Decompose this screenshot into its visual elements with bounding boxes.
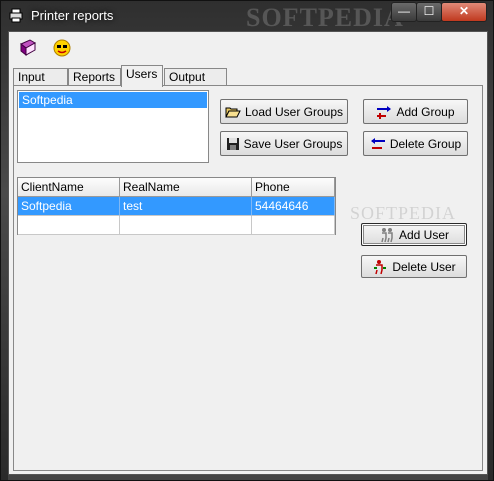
table-cell[interactable] xyxy=(252,216,335,235)
delete-group-button[interactable]: Delete Group xyxy=(363,131,468,156)
client-area: Input File Reports Users Output File Sof… xyxy=(8,31,488,475)
smiley-face-icon xyxy=(53,39,71,57)
watermark: SOFTPEDIA xyxy=(350,203,457,223)
tab-output-file[interactable]: Output File xyxy=(164,68,227,100)
window-title: Printer reports xyxy=(31,8,114,23)
window-bottom-border xyxy=(8,475,488,480)
add-group-icon xyxy=(377,105,392,119)
load-user-groups-button[interactable]: Load User Groups xyxy=(220,99,348,124)
table-cell[interactable]: test xyxy=(120,197,252,216)
button-label: Delete User xyxy=(392,259,456,274)
minimize-button[interactable]: — xyxy=(391,2,417,22)
button-label: Load User Groups xyxy=(244,104,344,119)
button-label: Add User xyxy=(398,227,450,242)
button-label: Delete Group xyxy=(389,136,462,151)
watermark: SOFTPEDIA xyxy=(246,3,404,32)
printer-icon xyxy=(9,8,23,23)
delete-user-icon xyxy=(374,259,387,274)
table-cell[interactable]: Softpedia xyxy=(18,197,120,216)
toolbar-book-button[interactable] xyxy=(15,36,41,60)
column-header-phone[interactable]: Phone xyxy=(252,178,335,197)
button-label: Add Group xyxy=(396,104,455,119)
column-header-realname[interactable]: RealName xyxy=(120,178,252,197)
add-user-icon xyxy=(381,227,393,242)
toolbar-face-button[interactable] xyxy=(49,36,75,60)
app-window: Printer reports SOFTPEDIA — ☐ ✕ Input Fi… xyxy=(0,0,494,481)
table-row-empty[interactable] xyxy=(18,216,335,235)
maximize-icon: ☐ xyxy=(423,4,435,18)
button-label: Save User Groups xyxy=(243,136,343,151)
tab-label: Users xyxy=(126,67,158,81)
table-row[interactable]: Softpedia test 54464646 xyxy=(18,197,335,216)
maximize-button[interactable]: ☐ xyxy=(416,2,442,22)
tab-label: Reports xyxy=(73,70,116,84)
list-item[interactable]: Softpedia xyxy=(19,92,207,108)
save-user-groups-button[interactable]: Save User Groups xyxy=(220,131,348,156)
delete-group-icon xyxy=(370,137,385,149)
tab-reports[interactable]: Reports xyxy=(68,68,121,86)
tab-input-file[interactable]: Input File xyxy=(13,68,68,100)
users-table[interactable]: ClientName RealName Phone Softpedia test… xyxy=(17,177,336,235)
table-cell[interactable] xyxy=(120,216,252,235)
table-cell[interactable]: 54464646 xyxy=(252,197,335,216)
add-group-button[interactable]: Add Group xyxy=(363,99,468,124)
delete-user-button[interactable]: Delete User xyxy=(361,255,467,278)
close-button[interactable]: ✕ xyxy=(441,2,487,22)
table-header: ClientName RealName Phone xyxy=(18,178,335,197)
column-header-clientname[interactable]: ClientName xyxy=(18,178,120,197)
users-tab-panel: Softpedia Load User Groups Save User Gro… xyxy=(13,85,483,471)
title-bar[interactable]: Printer reports SOFTPEDIA — ☐ ✕ xyxy=(1,1,493,32)
minimize-icon: — xyxy=(398,4,410,18)
add-user-button[interactable]: Add User xyxy=(361,223,467,246)
close-icon: ✕ xyxy=(458,4,470,18)
tab-users[interactable]: Users xyxy=(121,65,163,87)
user-groups-list[interactable]: Softpedia xyxy=(17,90,209,163)
floppy-disk-icon xyxy=(226,137,239,150)
table-cell[interactable] xyxy=(18,216,120,235)
book-icon xyxy=(20,39,36,57)
open-folder-icon xyxy=(225,107,241,117)
